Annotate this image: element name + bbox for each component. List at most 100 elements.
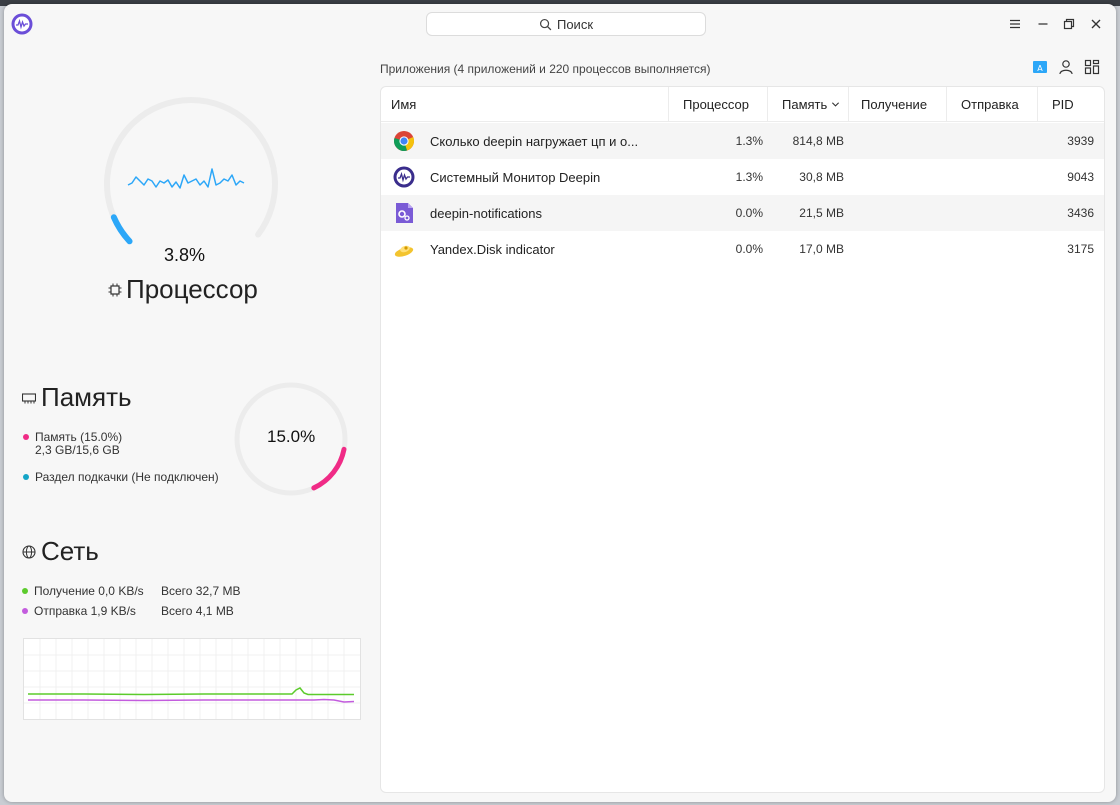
menu-button[interactable] (1007, 16, 1023, 32)
minimize-icon (1038, 23, 1048, 25)
process-row[interactable]: Сколько deepin нагружает цп и о... 1.3% … (381, 123, 1104, 159)
process-receive (849, 195, 942, 231)
send-total: Всего 4,1 MB (161, 604, 234, 618)
process-row[interactable]: Yandex.Disk indicator 0.0% 17,0 MB 3175 (381, 231, 1104, 267)
notifications-icon (396, 203, 413, 223)
column-header-cpu[interactable]: Процессор (669, 87, 768, 121)
hamburger-icon (1010, 19, 1020, 29)
search-icon (539, 18, 552, 30)
process-name-cell: Yandex.Disk indicator (393, 231, 663, 267)
process-row[interactable]: Системный Монитор Deepin 1.3% 30,8 MB 90… (381, 159, 1104, 195)
receive-history-line (28, 687, 354, 696)
ram-legend-dot (23, 434, 29, 440)
network-title-label: Сеть (41, 536, 99, 566)
process-send (947, 231, 1033, 267)
column-header-pid[interactable]: PID (1038, 87, 1104, 121)
process-receive (849, 231, 942, 267)
cpu-history-graph (127, 168, 245, 189)
process-send (947, 195, 1033, 231)
column-header-memory-label: Память (782, 96, 828, 112)
memory-chip-icon (22, 392, 36, 403)
memory-title-label: Память (41, 382, 132, 412)
process-memory: 21,5 MB (799, 206, 844, 220)
globe-icon (22, 544, 36, 559)
process-memory: 30,8 MB (799, 170, 844, 184)
maximize-button[interactable] (1061, 16, 1077, 32)
system-monitor-icon (393, 166, 415, 188)
yandex-disk-icon (394, 245, 414, 257)
process-name-cell: deepin-notifications (393, 195, 663, 231)
memory-ram-legend: Память (15.0%) (23, 430, 122, 444)
cpu-title-label: Процессор (126, 274, 258, 304)
search-box[interactable]: Поиск (426, 12, 706, 36)
process-name-cell: Системный Монитор Deepin (393, 159, 663, 195)
process-memory: 814,8 MB (792, 134, 844, 148)
network-title: Сеть (22, 536, 99, 567)
memory-usage-value: 15.0% (267, 427, 316, 446)
cpu-usage-value: 3.8% (164, 245, 206, 265)
network-receive-row: Получение 0,0 KB/s Всего 32,7 MB (22, 584, 241, 598)
process-row[interactable]: deepin-notifications 0.0% 21,5 MB 3436 (381, 195, 1104, 231)
process-receive (849, 123, 942, 159)
send-history-line (28, 698, 355, 703)
grid-view-icon (1084, 59, 1100, 75)
process-send (947, 159, 1033, 195)
applications-view-icon: A (1033, 61, 1047, 73)
system-monitor-window: Поиск 3.8% Процессор Память Память (15.0… (4, 4, 1116, 802)
chrome-icon (394, 131, 415, 151)
send-speed: Отправка 1,9 KB/s (34, 604, 136, 618)
close-button[interactable] (1088, 16, 1104, 32)
swap-legend-dot (23, 474, 29, 480)
network-chart-grid (24, 639, 360, 719)
process-name-cell: Сколько deepin нагружает цп и о... (393, 123, 663, 159)
process-pid: 9043 (1067, 170, 1094, 184)
memory-ring-fill (311, 446, 347, 491)
process-cpu: 0.0% (735, 206, 763, 220)
process-pid: 3175 (1067, 242, 1094, 256)
process-memory: 17,0 MB (799, 242, 844, 256)
cpu-chip-icon (108, 283, 122, 296)
receive-total: Всего 32,7 MB (161, 584, 241, 598)
process-pid: 3939 (1067, 134, 1094, 148)
view-switcher: A (1030, 57, 1102, 77)
swap-label: Раздел подкачки (Не подключен) (35, 470, 219, 484)
process-cpu: 1.3% (735, 134, 763, 148)
process-summary: Приложения (4 приложений и 220 процессов… (380, 62, 711, 76)
ram-detail: 2,3 GB/15,6 GB (35, 443, 120, 457)
column-header-send[interactable]: Отправка (947, 87, 1038, 121)
network-history-chart (23, 638, 361, 720)
view-all-processes-button[interactable] (1082, 57, 1102, 77)
search-label: Поиск (556, 16, 594, 32)
view-applications-button[interactable]: A (1030, 57, 1050, 77)
process-name: Системный Монитор Deepin (430, 169, 601, 185)
svg-text:A: A (1037, 64, 1043, 73)
send-legend-dot (22, 608, 28, 614)
cpu-title: Процессор (108, 274, 258, 305)
restore-icon (1063, 18, 1075, 30)
close-icon (1091, 19, 1101, 29)
ram-label: Память (15.0%) (35, 430, 123, 444)
process-name: Yandex.Disk indicator (430, 241, 555, 257)
minimize-button[interactable] (1035, 16, 1051, 32)
memory-title: Память (22, 382, 132, 413)
process-cpu: 1.3% (735, 170, 763, 184)
process-pid: 3436 (1067, 206, 1094, 220)
resource-panel: 3.8% Процессор Память Память (15.0%) 2,3… (4, 44, 372, 802)
titlebar: Поиск (4, 4, 1116, 44)
process-name: deepin-notifications (430, 205, 543, 221)
column-header-receive[interactable]: Получение (849, 87, 947, 121)
process-cpu: 0.0% (735, 242, 763, 256)
column-header-name[interactable]: Имя (381, 87, 669, 121)
receive-speed: Получение 0,0 KB/s (34, 584, 144, 598)
process-table-header: Имя Процессор Память Получение Отправка … (381, 87, 1104, 122)
process-name: Сколько deepin нагружает цп и о... (430, 133, 639, 149)
column-header-memory[interactable]: Память (768, 87, 849, 121)
receive-legend-dot (22, 588, 28, 594)
process-receive (849, 159, 942, 195)
app-logo-icon (11, 13, 33, 35)
sort-desc-icon (832, 101, 840, 107)
memory-swap-legend: Раздел подкачки (Не подключен) (23, 470, 219, 484)
process-send (947, 123, 1033, 159)
view-user-processes-button[interactable] (1056, 57, 1076, 77)
cpu-ring-track (104, 97, 278, 238)
